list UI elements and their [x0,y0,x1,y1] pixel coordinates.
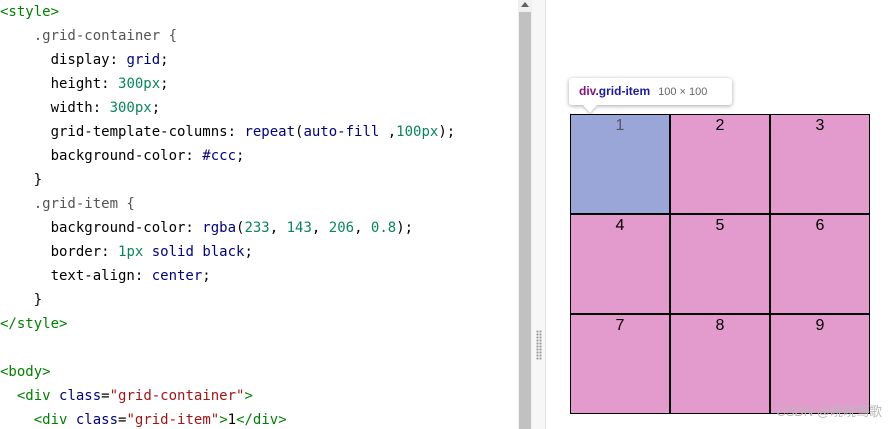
editor-scrollbar[interactable] [518,0,532,429]
code-line: <div class="grid-container"> [0,384,253,408]
code-token: width: [0,100,110,116]
code-line: <body> [0,360,51,384]
code-line: height: 300px; [0,72,169,96]
code-token: ); [396,220,414,236]
code-token: , [354,220,371,236]
code-token: 206 [328,220,355,236]
code-line: <style> [0,0,59,24]
code-token: border: [0,244,119,260]
code-token: <div [16,388,60,404]
code-token: ); [438,124,456,140]
code-token: , [311,220,329,236]
code-token: class [59,388,102,404]
code-token: , [379,124,397,140]
grid-item: 5 [670,214,770,314]
code-token: black [193,244,245,260]
tooltip-class-name: .grid-item [595,84,651,98]
code-token: 0.8 [370,220,397,236]
grid-item: 9 [770,314,870,414]
code-line: .grid-item { [0,192,135,216]
code-token: ; [160,76,169,92]
code-token: > [244,388,253,404]
tooltip-dimensions: 100 × 100 [658,86,708,98]
code-token: , [269,220,287,236]
code-token: ; [202,268,211,284]
code-token: 233 [244,220,270,236]
code-line: } [0,168,42,192]
code-token: </div> [236,412,287,428]
grid-item: 2 [670,114,770,214]
watermark: CSDN @晓晓莺歌 [776,404,882,419]
scroll-up-arrow-icon[interactable] [521,2,529,7]
grid-item: 6 [770,214,870,314]
code-token: rgba [202,220,237,236]
tooltip-tag-name: div [579,84,596,98]
code-editor[interactable]: <style> .grid-container { display: grid;… [0,0,518,429]
code-token: > [219,412,228,428]
splitter-grip-icon[interactable] [536,330,542,360]
preview-pane: div.grid-item 100 × 100 123456789 CSDN @晓… [546,0,896,429]
code-token: background-color: [0,148,203,164]
code-line: grid-template-columns: repeat(auto-fill … [0,120,456,144]
code-token: background-color: [0,220,203,236]
code-token: .grid-container { [0,28,178,44]
grid-item: 7 [570,314,670,414]
code-token: <div [33,412,76,428]
code-token: <style> [0,4,60,20]
code-token: } [0,172,43,188]
code-token: } [0,292,43,308]
code-token: display: [0,52,127,68]
pane-splitter[interactable] [532,0,546,429]
code-token: "grid-container" [109,388,245,404]
tooltip-arrow-icon [583,105,597,113]
scroll-thumb[interactable] [519,12,531,429]
code-token: #ccc [202,148,237,164]
code-token: .grid-item { [0,196,135,212]
code-token: <body> [0,364,51,380]
code-line: } [0,288,42,312]
code-token: 300px [109,100,152,116]
grid-item: 4 [570,214,670,314]
code-token: 143 [286,220,312,236]
code-token: ; [151,100,161,116]
code-line: .grid-container { [0,24,177,48]
grid-item: 3 [770,114,870,214]
grid-container: 123456789 [570,114,870,414]
code-line: background-color: #ccc; [0,144,245,168]
code-token: height: [0,76,119,92]
code-line: width: 300px; [0,96,161,120]
code-token: </style> [0,316,68,332]
code-token: = [101,388,110,404]
code-line: display: grid; [0,48,169,72]
code-token: class [75,412,119,428]
code-line: <div class="grid-item">1</div> [0,408,287,429]
code-token: center [151,268,203,284]
code-token: grid [126,52,161,68]
code-line: </style> [0,312,67,336]
code-token: solid [143,244,194,260]
code-token: 100px [396,124,439,140]
code-token: repeat [244,124,296,140]
code-line: background-color: rgba(233, 143, 206, 0.… [0,216,414,240]
code-token: grid-template-columns: [0,124,245,140]
code-token: 300px [118,76,161,92]
code-token: text-align: [0,268,152,284]
code-token: 1 [227,412,237,428]
code-line: text-align: center; [0,264,211,288]
grid-item: 1 [570,114,670,214]
code-token: ; [160,52,169,68]
element-inspector-tooltip: div.grid-item 100 × 100 [569,78,732,113]
code-token: auto-fill [303,124,380,140]
code-token: "grid-item" [126,412,220,428]
code-token: 1px [118,244,144,260]
code-token: ; [236,148,245,164]
grid-item: 8 [670,314,770,414]
code-line: border: 1px solid black; [0,240,253,264]
code-token: ; [244,244,253,260]
